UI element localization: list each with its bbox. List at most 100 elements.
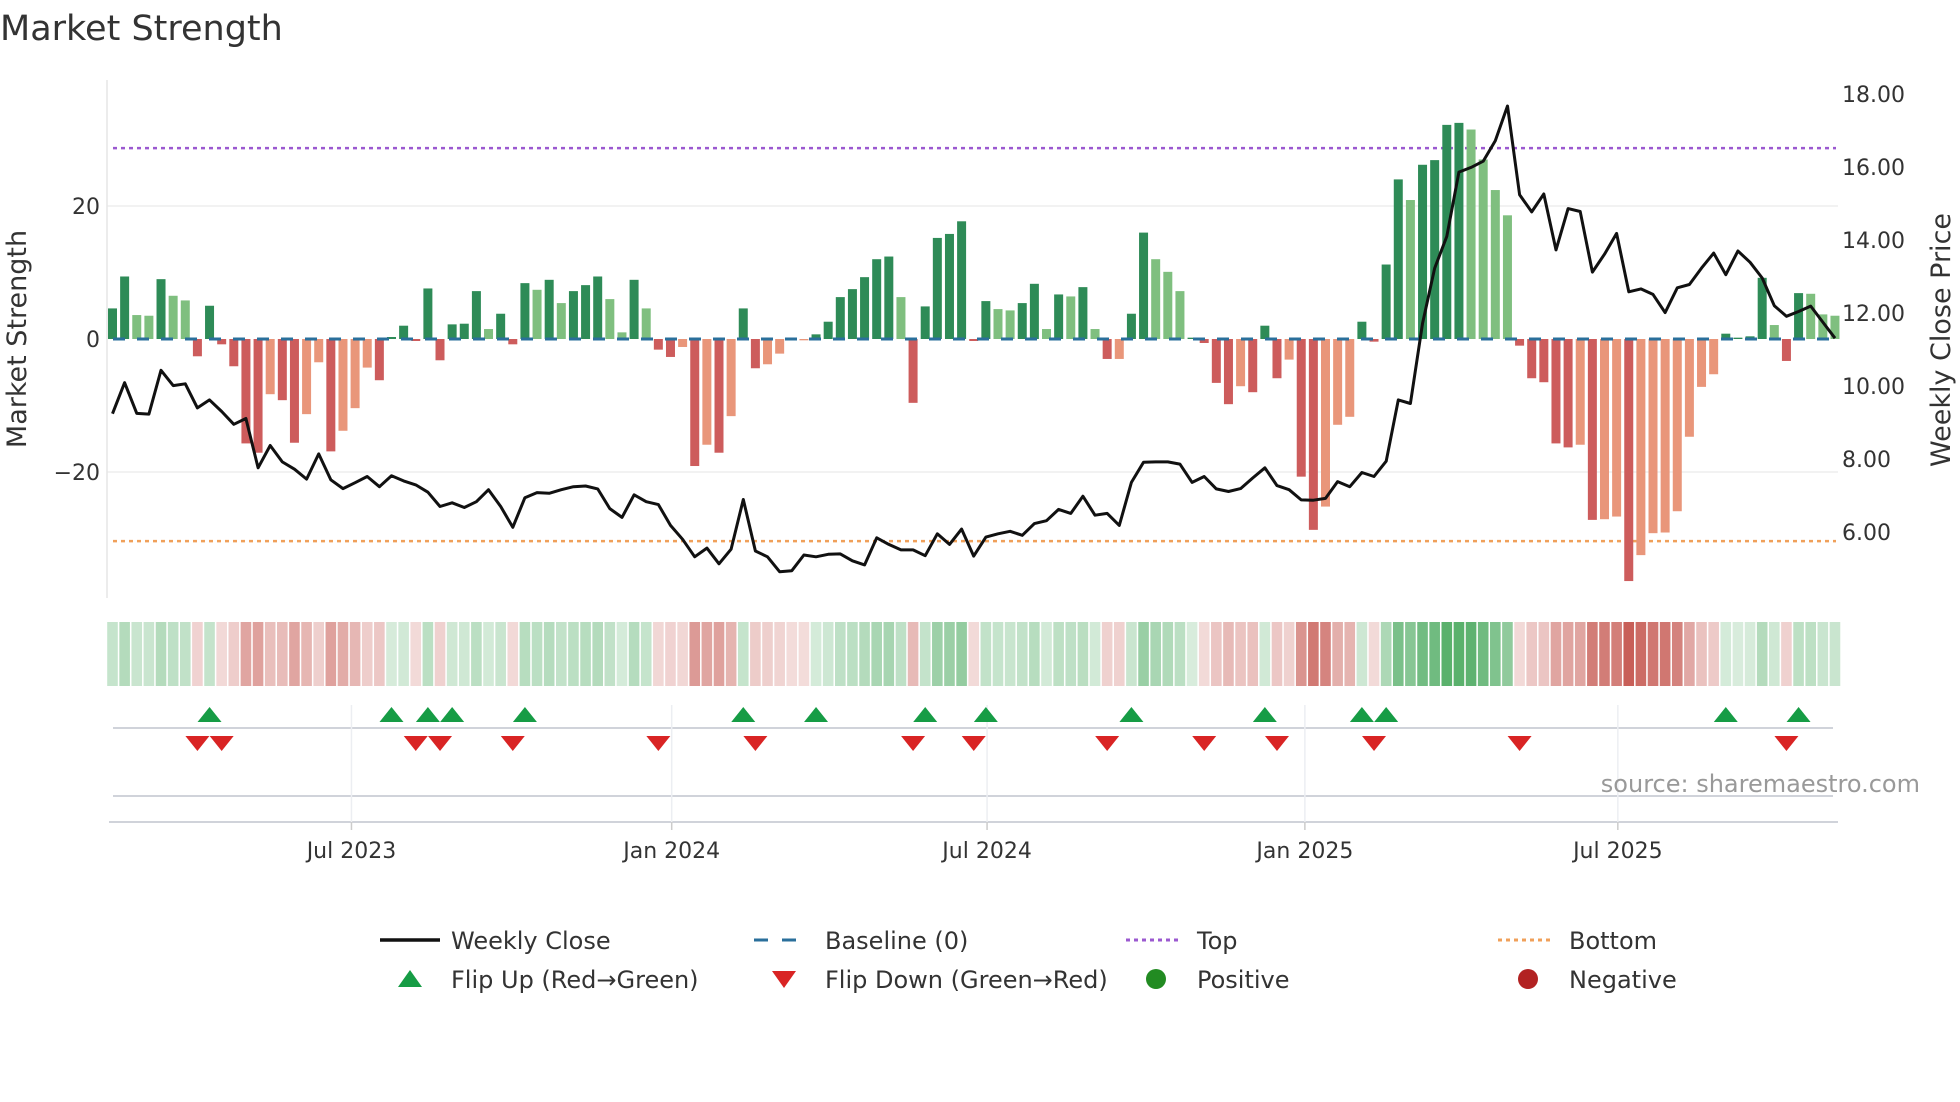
heat-cell (1659, 622, 1671, 686)
heat-cell (1538, 622, 1550, 686)
strength-bar (593, 276, 603, 339)
flip-up-marker (1374, 707, 1399, 722)
strength-bar (702, 339, 712, 445)
strength-bar (823, 321, 833, 339)
heat-cell (1259, 622, 1271, 686)
heat-cell (1562, 622, 1574, 686)
strength-bar (459, 323, 469, 339)
strength-bar (1502, 215, 1512, 339)
strength-bar (1599, 339, 1609, 520)
heat-cell (1138, 622, 1149, 686)
heat-cell (458, 622, 470, 686)
heat-cell (422, 622, 434, 686)
heat-cell (1744, 622, 1756, 686)
right-axis-ticks: 18.00 16.00 14.00 12.00 10.00 8.00 6.00 (1842, 83, 1905, 546)
flip-marker-axes (109, 705, 1838, 823)
heat-cell (689, 622, 701, 686)
heat-cell (1211, 622, 1222, 686)
right-tick-label: 8.00 (1842, 448, 1891, 473)
flip-down-marker (1362, 736, 1387, 751)
heat-cell (361, 622, 373, 686)
strength-bar (896, 297, 906, 339)
strength-bar (678, 339, 688, 347)
flip-down-marker (1507, 736, 1532, 751)
strength-bar (835, 297, 845, 339)
legend-label: Weekly Close (451, 927, 611, 955)
heat-cell (1077, 622, 1089, 686)
strength-bar (277, 339, 287, 401)
heat-cell (1781, 622, 1792, 686)
strength-bar (1284, 339, 1294, 360)
heat-cell (1320, 622, 1331, 686)
heat-cell (919, 622, 931, 686)
flip-up-marker (1786, 707, 1811, 722)
strength-bar (1102, 339, 1112, 359)
heat-cell (1247, 622, 1259, 686)
heat-cell (798, 622, 810, 686)
flip-down-marker (646, 736, 671, 751)
heat-cell (1490, 622, 1501, 686)
legend-item: Positive (1146, 966, 1290, 994)
heat-cell (289, 622, 300, 686)
heat-cell (1392, 622, 1404, 686)
strength-bar (775, 339, 785, 354)
strength-bar (1563, 339, 1573, 448)
strength-bar (799, 339, 809, 341)
heat-cell (1417, 622, 1428, 686)
heat-cell (1514, 622, 1525, 686)
strength-bar (714, 339, 724, 453)
heat-cell (252, 622, 264, 686)
circle-icon (1518, 969, 1538, 989)
strength-bar (1624, 339, 1634, 582)
heat-cell (568, 622, 579, 686)
strength-bar (1794, 293, 1804, 339)
heat-cell (1174, 622, 1186, 686)
heat-cell (531, 622, 543, 686)
legend-label: Negative (1569, 966, 1677, 994)
heat-cell (580, 622, 591, 686)
heat-cell (592, 622, 603, 686)
heat-cell (1198, 622, 1210, 686)
strength-bar (665, 339, 675, 357)
strength-bar (1248, 339, 1258, 393)
strength-bar (1539, 339, 1549, 383)
strength-bar (532, 289, 542, 339)
heat-cell (386, 622, 397, 686)
legend-item: Baseline (0) (754, 927, 968, 955)
strength-bar (1527, 339, 1537, 379)
heat-cell (1356, 622, 1368, 686)
strength-bar (629, 279, 639, 339)
strength-bar (1005, 310, 1015, 339)
flip-down-marker (1774, 736, 1799, 751)
heat-cell (640, 622, 652, 686)
legend-label: Positive (1197, 966, 1290, 994)
heat-cell (1016, 622, 1028, 686)
strength-bar (1236, 339, 1246, 387)
flip-up-marker (1252, 707, 1277, 722)
heat-cell (774, 622, 785, 686)
strength-bar (1054, 294, 1064, 339)
strength-bar (944, 233, 954, 339)
strength-bar (350, 339, 360, 409)
strength-bar (1381, 264, 1391, 339)
strength-heat-strip (107, 622, 1841, 686)
heat-cell (1453, 622, 1465, 686)
legend-item: Negative (1518, 966, 1677, 994)
heat-cell (944, 622, 955, 686)
flip-up-marker (1349, 707, 1374, 722)
strength-bar (1709, 339, 1719, 375)
strength-bar (1587, 339, 1597, 520)
strength-bar (1114, 339, 1124, 359)
strength-bar (1697, 339, 1707, 387)
heat-cell (398, 622, 409, 686)
heat-cell (483, 622, 494, 686)
strength-bar (1066, 296, 1076, 339)
heat-cell (847, 622, 858, 686)
heat-cell (1647, 622, 1659, 686)
legend-label: Bottom (1569, 927, 1657, 955)
heat-cell (495, 622, 506, 686)
heat-cell (1793, 622, 1804, 686)
heat-cell (1065, 622, 1077, 686)
heat-cell (1308, 622, 1319, 686)
strength-bar (508, 339, 518, 345)
